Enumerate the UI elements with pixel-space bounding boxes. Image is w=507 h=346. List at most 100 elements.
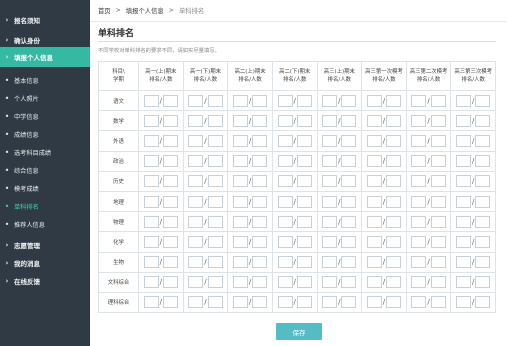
rank-input[interactable] xyxy=(143,114,159,127)
total-input[interactable] xyxy=(252,276,268,289)
rank-input[interactable] xyxy=(411,276,427,289)
total-input[interactable] xyxy=(386,276,402,289)
rank-input[interactable] xyxy=(322,114,338,127)
total-input[interactable] xyxy=(386,215,402,228)
rank-input[interactable] xyxy=(456,134,471,147)
total-input[interactable] xyxy=(430,114,446,127)
total-input[interactable] xyxy=(296,155,312,168)
total-input[interactable] xyxy=(296,94,312,107)
rank-input[interactable] xyxy=(456,195,471,208)
rank-input[interactable] xyxy=(366,215,382,228)
total-input[interactable] xyxy=(341,256,357,269)
total-input[interactable] xyxy=(430,94,446,107)
rank-input[interactable] xyxy=(411,94,427,107)
rank-input[interactable] xyxy=(143,134,159,147)
rank-input[interactable] xyxy=(322,276,338,289)
total-input[interactable] xyxy=(475,296,491,309)
rank-input[interactable] xyxy=(366,175,382,188)
rank-input[interactable] xyxy=(322,155,338,168)
rank-input[interactable] xyxy=(143,215,159,228)
rank-input[interactable] xyxy=(188,215,204,228)
rank-input[interactable] xyxy=(143,296,159,309)
rank-input[interactable] xyxy=(188,114,204,127)
rank-input[interactable] xyxy=(322,256,338,269)
rank-input[interactable] xyxy=(277,256,293,269)
sidebar-item-grades[interactable]: • 成绩信息 xyxy=(0,125,90,143)
total-input[interactable] xyxy=(162,114,178,127)
rank-input[interactable] xyxy=(411,114,427,127)
total-input[interactable] xyxy=(475,195,491,208)
total-input[interactable] xyxy=(207,235,223,248)
rank-input[interactable] xyxy=(143,175,159,188)
total-input[interactable] xyxy=(386,195,402,208)
total-input[interactable] xyxy=(162,195,178,208)
rank-input[interactable] xyxy=(143,155,159,168)
total-input[interactable] xyxy=(162,175,178,188)
total-input[interactable] xyxy=(162,296,178,309)
total-input[interactable] xyxy=(162,276,178,289)
total-input[interactable] xyxy=(341,94,357,107)
total-input[interactable] xyxy=(207,114,223,127)
total-input[interactable] xyxy=(475,94,491,107)
rank-input[interactable] xyxy=(232,235,248,248)
rank-input[interactable] xyxy=(277,114,293,127)
total-input[interactable] xyxy=(341,235,357,248)
rank-input[interactable] xyxy=(366,134,382,147)
rank-input[interactable] xyxy=(232,215,248,228)
rank-input[interactable] xyxy=(232,256,248,269)
nav-item-messages[interactable]: › 我的消息 xyxy=(0,253,90,273)
rank-input[interactable] xyxy=(322,175,338,188)
rank-input[interactable] xyxy=(188,155,204,168)
total-input[interactable] xyxy=(207,256,223,269)
total-input[interactable] xyxy=(252,256,268,269)
sidebar-item-comprehensive[interactable]: • 综合信息 xyxy=(0,161,90,179)
total-input[interactable] xyxy=(252,235,268,248)
rank-input[interactable] xyxy=(277,175,293,188)
total-input[interactable] xyxy=(207,155,223,168)
rank-input[interactable] xyxy=(232,276,248,289)
total-input[interactable] xyxy=(296,235,312,248)
rank-input[interactable] xyxy=(456,296,471,309)
total-input[interactable] xyxy=(207,296,223,309)
sidebar-item-photo[interactable]: • 个人照片 xyxy=(0,89,90,107)
sidebar-item-basic-info[interactable]: • 基本信息 xyxy=(0,71,90,89)
rank-input[interactable] xyxy=(188,195,204,208)
total-input[interactable] xyxy=(475,175,491,188)
breadcrumb-parent[interactable]: 填报个人信息 xyxy=(126,6,164,15)
total-input[interactable] xyxy=(207,276,223,289)
rank-input[interactable] xyxy=(411,195,427,208)
total-input[interactable] xyxy=(296,114,312,127)
rank-input[interactable] xyxy=(456,114,471,127)
sidebar-item-school-info[interactable]: • 中学信息 xyxy=(0,107,90,125)
rank-input[interactable] xyxy=(456,175,471,188)
rank-input[interactable] xyxy=(188,175,204,188)
total-input[interactable] xyxy=(162,134,178,147)
total-input[interactable] xyxy=(341,276,357,289)
rank-input[interactable] xyxy=(188,296,204,309)
rank-input[interactable] xyxy=(232,134,248,147)
sidebar-item-mock-exam[interactable]: • 模考成绩 xyxy=(0,179,90,197)
total-input[interactable] xyxy=(430,155,446,168)
total-input[interactable] xyxy=(162,235,178,248)
total-input[interactable] xyxy=(341,195,357,208)
total-input[interactable] xyxy=(475,155,491,168)
total-input[interactable] xyxy=(386,155,402,168)
total-input[interactable] xyxy=(341,175,357,188)
total-input[interactable] xyxy=(341,134,357,147)
rank-input[interactable] xyxy=(143,195,159,208)
total-input[interactable] xyxy=(430,296,446,309)
rank-input[interactable] xyxy=(456,256,471,269)
total-input[interactable] xyxy=(430,134,446,147)
total-input[interactable] xyxy=(475,276,491,289)
total-input[interactable] xyxy=(296,215,312,228)
total-input[interactable] xyxy=(162,94,178,107)
rank-input[interactable] xyxy=(277,215,293,228)
total-input[interactable] xyxy=(341,296,357,309)
total-input[interactable] xyxy=(162,215,178,228)
total-input[interactable] xyxy=(252,296,268,309)
total-input[interactable] xyxy=(341,114,357,127)
rank-input[interactable] xyxy=(366,296,382,309)
rank-input[interactable] xyxy=(188,94,204,107)
total-input[interactable] xyxy=(296,256,312,269)
rank-input[interactable] xyxy=(366,256,382,269)
